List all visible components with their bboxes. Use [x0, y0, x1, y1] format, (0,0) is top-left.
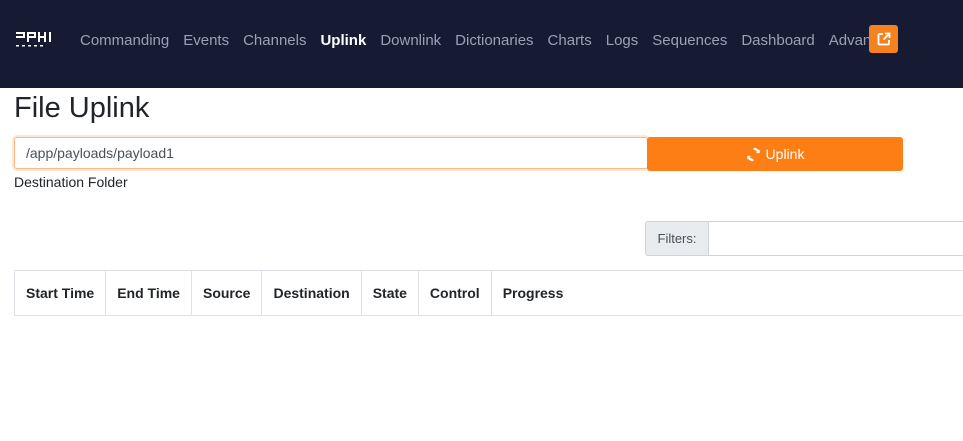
uplink-table: Start Time End Time Source Destination S… [13, 270, 963, 316]
destination-folder-input[interactable] [14, 137, 648, 169]
sync-icon [746, 147, 760, 161]
nav-item-sequences[interactable]: Sequences [645, 30, 734, 52]
table-header-row: Start Time End Time Source Destination S… [13, 270, 963, 316]
external-link-button[interactable] [869, 25, 898, 53]
column-destination[interactable]: Destination [261, 270, 362, 316]
uplink-button-label: Uplink [765, 146, 805, 162]
column-end-time[interactable]: End Time [105, 270, 192, 316]
nav-item-commanding[interactable]: Commanding [73, 30, 176, 52]
column-source[interactable]: Source [190, 270, 262, 316]
filters-label: Filters: [645, 221, 708, 256]
nav-item-events[interactable]: Events [176, 30, 236, 52]
external-link-icon [877, 32, 890, 46]
nav-item-charts[interactable]: Charts [541, 30, 599, 52]
column-start-time[interactable]: Start Time [13, 270, 106, 316]
filters-group: Filters: [645, 221, 963, 256]
column-progress[interactable]: Progress [490, 270, 963, 316]
nav-item-downlink[interactable]: Downlink [373, 30, 448, 52]
nav-menu: Commanding Events Channels Uplink Downli… [73, 30, 902, 52]
column-state[interactable]: State [360, 270, 419, 316]
nav-item-channels[interactable]: Channels [236, 30, 313, 52]
nav-item-uplink[interactable]: Uplink [313, 30, 373, 52]
page-title: File Uplink [14, 92, 150, 124]
top-navbar: Commanding Events Channels Uplink Downli… [0, 0, 963, 88]
fprime-logo-icon[interactable] [16, 30, 58, 50]
nav-item-dashboard[interactable]: Dashboard [734, 30, 821, 52]
column-control[interactable]: Control [417, 270, 492, 316]
nav-item-logs[interactable]: Logs [599, 30, 646, 52]
destination-folder-label: Destination Folder [14, 174, 128, 190]
uplink-button[interactable]: Uplink [647, 137, 903, 171]
filters-input[interactable] [708, 221, 963, 256]
nav-item-dictionaries[interactable]: Dictionaries [448, 30, 540, 52]
